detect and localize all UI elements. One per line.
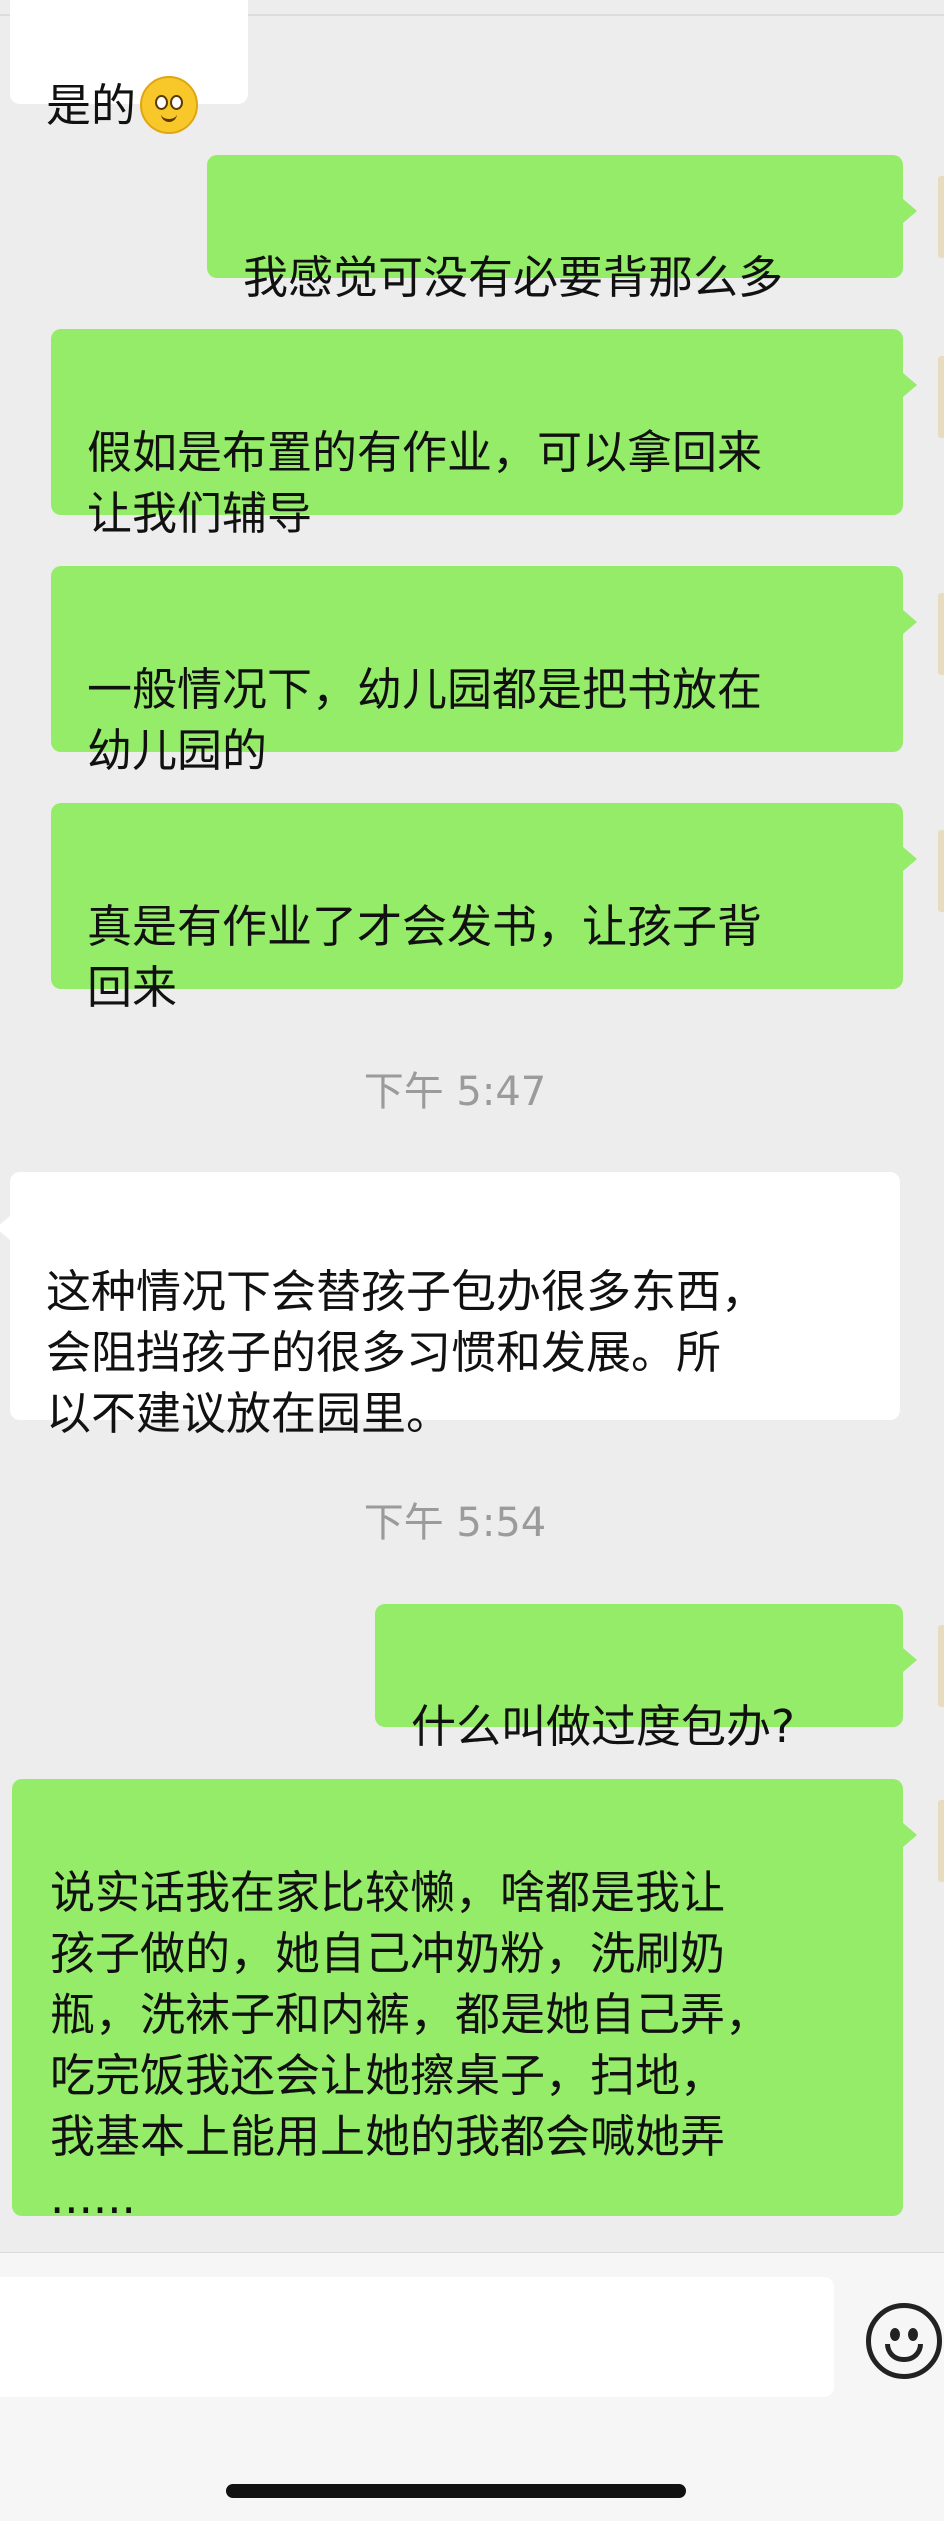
message-bubble-outgoing[interactable]: 真是有作业了才会发书，让孩子背 回来 [51, 803, 917, 1014]
emoji-face-icon[interactable] [866, 2303, 942, 2379]
message-bubble-outgoing[interactable]: 什么叫做过度包办? [375, 1604, 917, 1753]
message-text: 是的 [46, 79, 137, 132]
message-text: 真是有作业了才会发书，让孩子背 回来 [87, 900, 763, 1014]
message-bubble-outgoing[interactable]: 我感觉可没有必要背那么多 [207, 155, 917, 304]
message-text: 假如是布置的有作业，可以拿回来 让我们辅导 [87, 426, 763, 540]
message-bubble-outgoing[interactable]: 假如是布置的有作业，可以拿回来 让我们辅导 [51, 329, 917, 540]
avatar[interactable] [938, 176, 944, 258]
message-text: 一般情况下，幼儿园都是把书放在 幼儿园的 [87, 663, 763, 777]
message-bubble-outgoing[interactable]: 说实话我在家比较懒，啥都是我让 孩子做的，她自己冲奶粉，洗刷奶 瓶，洗袜子和内裤… [12, 1779, 917, 2224]
message-text: 这种情况下会替孩子包办很多东西， 会阻挡孩子的很多习惯和发展。所 以不建议放在园… [46, 1265, 767, 1440]
avatar[interactable] [938, 830, 944, 912]
message-input[interactable] [0, 2277, 834, 2397]
message-bubble-incoming[interactable]: 这种情况下会替孩子包办很多东西， 会阻挡孩子的很多习惯和发展。所 以不建议放在园… [0, 1172, 900, 1440]
smiling-face-icon [140, 76, 199, 134]
avatar[interactable] [938, 593, 944, 675]
message-bubble-outgoing[interactable]: 一般情况下，幼儿园都是把书放在 幼儿园的 [51, 566, 917, 777]
input-bar [0, 2252, 944, 2521]
message-bubble-incoming[interactable]: 是的 [10, 0, 248, 134]
avatar[interactable] [938, 1800, 944, 1882]
timestamp: 下午 5:47 [363, 1069, 547, 1115]
timestamp: 下午 5:54 [363, 1500, 547, 1546]
home-indicator[interactable] [226, 2484, 686, 2498]
avatar[interactable] [938, 1625, 944, 1707]
message-text: 我感觉可没有必要背那么多 [243, 251, 784, 304]
avatar[interactable] [938, 356, 944, 438]
message-text: 什么叫做过度包办? [411, 1700, 795, 1753]
message-text: 说实话我在家比较懒，啥都是我让 孩子做的，她自己冲奶粉，洗刷奶 瓶，洗袜子和内裤… [50, 1866, 771, 2224]
